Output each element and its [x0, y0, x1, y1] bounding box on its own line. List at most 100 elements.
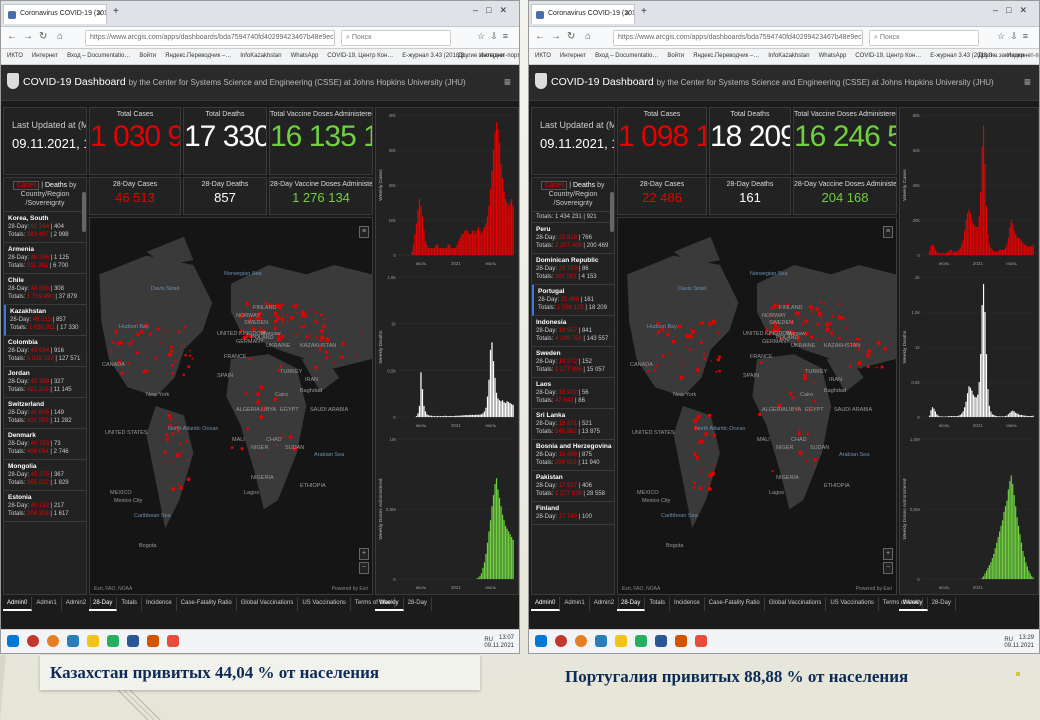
case-dot[interactable] — [860, 367, 862, 369]
case-dot[interactable] — [866, 349, 872, 354]
case-dot[interactable] — [837, 302, 840, 306]
case-dot[interactable] — [136, 332, 140, 337]
powerpoint-icon[interactable] — [675, 635, 687, 647]
case-dot[interactable] — [777, 328, 779, 331]
bookmark-item[interactable]: Вход – Documentatio… — [67, 53, 130, 59]
zoom-in-button[interactable]: + — [359, 548, 369, 560]
zoom-in-button[interactable]: + — [883, 548, 893, 560]
case-dot[interactable] — [811, 311, 814, 313]
case-dot[interactable] — [177, 483, 180, 485]
case-dot[interactable] — [699, 341, 703, 345]
country-list-item[interactable]: Kazakhstan 28-Day: 46 513 | 857 Totals: 1 … — [4, 305, 86, 336]
case-dot[interactable] — [244, 391, 248, 395]
case-dot[interactable] — [695, 456, 699, 460]
case-dot[interactable] — [685, 346, 688, 348]
folder-icon[interactable] — [87, 635, 99, 647]
case-dot[interactable] — [771, 470, 774, 473]
taskbar-clock[interactable]: 13:07 09.11.2021 — [484, 634, 514, 650]
case-dot[interactable] — [248, 357, 252, 361]
forward-arrow-icon[interactable]: → — [551, 31, 561, 42]
tab-incidence[interactable]: Incidence — [142, 597, 177, 611]
bookmark-item[interactable]: InfoKazakhstan — [240, 53, 281, 59]
case-dot[interactable] — [804, 319, 809, 324]
case-dot[interactable] — [718, 355, 722, 359]
new-tab-button[interactable]: + — [641, 6, 647, 17]
country-list-item[interactable]: Sri Lanka 28-Day: 18 871 | 521 Totals: 545… — [532, 409, 614, 440]
case-dot[interactable] — [855, 337, 859, 341]
case-dot[interactable] — [794, 311, 799, 316]
case-dot[interactable] — [813, 457, 817, 462]
case-dot[interactable] — [246, 426, 250, 430]
case-dot[interactable] — [696, 367, 700, 372]
case-dot[interactable] — [171, 486, 176, 491]
tab-admin0[interactable]: Admin0 — [3, 597, 33, 611]
case-dot[interactable] — [772, 302, 775, 305]
country-list-item[interactable]: Pakistan 28-Day: 17 917 | 406 Totals: 1 27… — [532, 471, 614, 502]
case-dot[interactable] — [230, 446, 234, 450]
case-dot[interactable] — [166, 439, 169, 442]
case-dot[interactable] — [280, 303, 283, 307]
tab-weekly[interactable]: Weekly — [375, 597, 404, 611]
country-list-item[interactable]: Mongolia 28-Day: 40 275 | 367 Totals: 365 … — [4, 460, 86, 491]
case-dot[interactable] — [169, 417, 173, 421]
case-dot[interactable] — [830, 331, 834, 335]
case-dot[interactable] — [279, 365, 283, 368]
case-dot[interactable] — [152, 338, 155, 340]
case-dot[interactable] — [183, 326, 187, 329]
case-dot[interactable] — [880, 365, 884, 369]
case-dot[interactable] — [821, 338, 824, 340]
country-list-scrollbar[interactable] — [610, 192, 614, 232]
country-list-item[interactable]: Indonesia 28-Day: 19 957 | 841 Totals: 4 2… — [532, 316, 614, 347]
case-dot[interactable] — [819, 301, 823, 305]
case-dot[interactable] — [817, 312, 822, 317]
case-dot[interactable] — [325, 337, 330, 342]
tab-incidence[interactable]: Incidence — [670, 597, 705, 611]
menu-icon[interactable]: ≡ — [1024, 75, 1031, 89]
case-dot[interactable] — [276, 315, 280, 319]
bookmark-item[interactable]: ИКТО — [535, 53, 551, 59]
country-list-item[interactable]: Korea, South 28-Day: 61 264 | 404 Totals: … — [4, 212, 86, 243]
case-dot[interactable] — [163, 450, 167, 454]
case-dot[interactable] — [280, 334, 285, 339]
case-dot[interactable] — [706, 447, 709, 450]
case-dot[interactable] — [180, 467, 182, 470]
case-dot[interactable] — [815, 338, 818, 341]
case-dot[interactable] — [656, 330, 661, 334]
case-dot[interactable] — [187, 365, 191, 369]
case-dot[interactable] — [832, 314, 835, 318]
case-dot[interactable] — [712, 463, 715, 466]
tab-admin2[interactable]: Admin2 — [62, 597, 92, 611]
case-dot[interactable] — [256, 400, 261, 405]
case-dot[interactable] — [813, 465, 815, 468]
case-dot[interactable] — [654, 364, 658, 367]
case-dot[interactable] — [302, 325, 306, 329]
case-dot[interactable] — [703, 356, 707, 360]
case-dot[interactable] — [692, 452, 697, 457]
case-dot[interactable] — [182, 373, 186, 377]
case-dot[interactable] — [164, 461, 167, 463]
case-dot[interactable] — [811, 308, 814, 311]
country-list-item[interactable]: Colombia 28-Day: 43 694 | 916 Totals: 5 01… — [4, 336, 86, 367]
tab-28-day[interactable]: 28-Day — [617, 597, 646, 611]
case-dot[interactable] — [798, 317, 801, 320]
case-dot[interactable] — [315, 311, 318, 314]
case-dot[interactable] — [299, 325, 303, 328]
case-dot[interactable] — [156, 327, 161, 331]
case-dot[interactable] — [361, 330, 364, 333]
bookmark-item[interactable]: WhatsApp — [291, 53, 319, 59]
tab-us-vaccinations[interactable]: US Vaccinations — [826, 597, 879, 611]
country-list-item[interactable]: Dominican Republic 28-Day: 22 789 | 86 Tot… — [532, 254, 614, 285]
case-dot[interactable] — [191, 357, 194, 360]
case-dot[interactable] — [325, 356, 329, 360]
edge-icon[interactable] — [595, 635, 607, 647]
case-dot[interactable] — [844, 327, 847, 330]
case-dot[interactable] — [165, 433, 169, 437]
case-dot[interactable] — [698, 414, 701, 418]
case-dot[interactable] — [810, 335, 814, 339]
bookmark-item[interactable]: InfoKazakhstan — [768, 53, 809, 59]
case-dot[interactable] — [797, 432, 801, 436]
bookmark-item[interactable]: COVID-19, Центр Кон… — [855, 53, 921, 59]
case-dot[interactable] — [273, 326, 277, 330]
excel-icon[interactable] — [107, 635, 119, 647]
case-dot[interactable] — [181, 345, 183, 348]
